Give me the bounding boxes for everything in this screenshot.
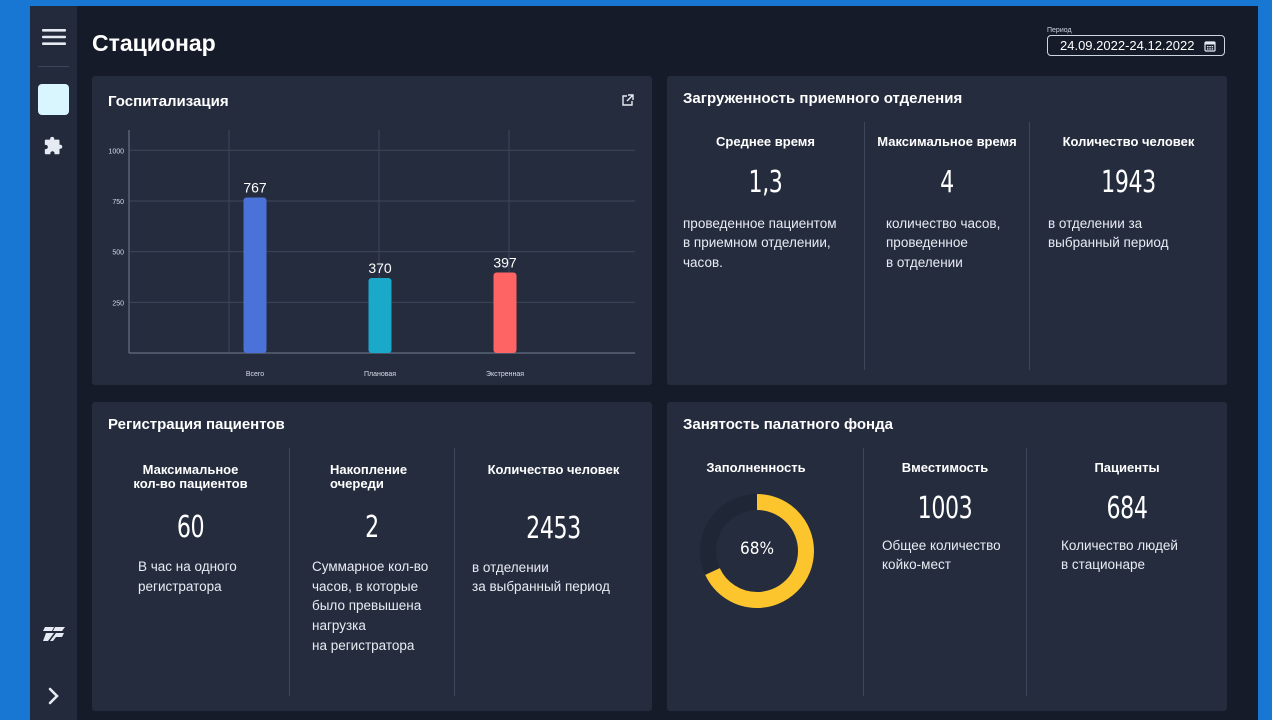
sidebar-divider <box>38 66 69 67</box>
bar-value-label: 370 <box>368 260 392 276</box>
y-tick-label: 500 <box>112 250 124 257</box>
period-field[interactable]: 24.09.2022-24.12.2022 <box>1047 35 1225 56</box>
calendar-icon[interactable] <box>1204 40 1216 52</box>
patients-column: Пациенты 684 Количество людей в стациона… <box>1027 461 1227 575</box>
bar-1 <box>243 197 267 353</box>
category-label: Экстренная <box>486 371 524 378</box>
capacity-value: 1003 <box>917 490 973 526</box>
bar-2 <box>368 277 392 353</box>
y-tick-label: 750 <box>112 199 124 206</box>
main-content: Стационар Период 24.09.2022-24.12.2022 Г… <box>77 6 1258 720</box>
home-tile-icon[interactable] <box>38 84 69 115</box>
people-count-head: Количество человек <box>1062 134 1195 149</box>
category-label: Всего <box>246 371 264 378</box>
period-value: 24.09.2022-24.12.2022 <box>1060 38 1195 53</box>
reception-title: Загруженность приемного отделения <box>683 90 963 107</box>
patients-head: Пациенты <box>1094 460 1160 475</box>
puzzle-icon[interactable] <box>30 134 77 158</box>
max-time-desc: количество часов, проведенное в отделени… <box>886 215 1001 270</box>
ward-title: Занятость палатного фонда <box>683 416 893 433</box>
reg-people-value: 2453 <box>526 510 581 546</box>
bar-value-label: 397 <box>493 255 517 271</box>
reg-people-column: Количество человек 2453 в отделении за в… <box>455 463 652 597</box>
y-tick-label: 250 <box>112 300 124 307</box>
queue-head: Накопление очереди <box>330 462 408 491</box>
patients-desc: Количество людей в стационаре <box>1061 537 1178 573</box>
hospitalization-chart: 250 500 750 1000 767 Всего 370 Плановая 397 Экстр… <box>108 130 635 378</box>
max-patients-column: Максимальное кол-во пациентов 60 В час н… <box>92 463 289 596</box>
queue-desc: Суммарное кол-во часов, в которые было п… <box>312 559 429 653</box>
registration-card: Регистрация пациентов Максимальное кол-в… <box>92 402 652 711</box>
sidebar <box>30 6 77 720</box>
patients-value: 684 <box>1106 490 1148 526</box>
registration-title: Регистрация пациентов <box>108 416 285 433</box>
reg-people-head: Количество человек <box>487 462 620 477</box>
max-time-head: Максимальное время <box>877 134 1017 149</box>
ward-card: Занятость палатного фонда Заполненность … <box>667 402 1227 711</box>
period-label: Период <box>1047 27 1072 34</box>
hospitalization-card: Госпитализация 250 500 750 1000 767 Всего 370 П… <box>92 76 652 385</box>
reg-people-desc: в отделении за выбранный период <box>472 559 610 595</box>
y-tick-label: 1000 <box>108 148 124 155</box>
bar-value-label: 767 <box>243 180 267 196</box>
fill-gauge: 68% <box>695 489 819 613</box>
people-count-desc: в отделении за выбранный период <box>1048 215 1169 251</box>
max-patients-desc: В час на одного регистратора <box>138 559 237 594</box>
category-label: Плановая <box>364 371 396 378</box>
capacity-column: Вместимость 1003 Общее количество койко-… <box>864 461 1026 575</box>
fill-head: Заполненность <box>706 460 806 475</box>
reception-card: Загруженность приемного отделения Средне… <box>667 76 1227 385</box>
bar-3 <box>493 272 517 353</box>
max-patients-head: Максимальное кол-во пациентов <box>133 462 248 491</box>
avg-time-desc: проведенное пациентом в приемном отделен… <box>683 215 837 270</box>
max-patients-value: 60 <box>176 510 205 546</box>
fill-column: Заполненность 68% <box>667 461 845 613</box>
page-title: Стационар <box>92 30 216 56</box>
avg-time-value: 1,3 <box>748 164 783 200</box>
queue-value: 2 <box>365 510 379 546</box>
people-count-value: 1943 <box>1101 164 1156 200</box>
brand-logo-icon <box>30 624 77 644</box>
queue-column: Накопление очереди 2 Суммарное кол-во ча… <box>290 463 454 655</box>
menu-icon[interactable] <box>30 26 77 48</box>
avg-time-column: Среднее время 1,3 проведенное пациентом … <box>667 135 864 272</box>
period-picker[interactable]: Период 24.09.2022-24.12.2022 <box>1047 27 1225 56</box>
capacity-head: Вместимость <box>901 460 989 475</box>
app-window: Стационар Период 24.09.2022-24.12.2022 Г… <box>30 6 1258 720</box>
capacity-desc: Общее количество койко-мест <box>882 537 1001 573</box>
max-time-value: 4 <box>940 164 954 200</box>
chevron-right-icon[interactable] <box>30 686 77 706</box>
fill-percent: 68% <box>740 538 774 559</box>
avg-time-head: Среднее время <box>716 134 815 149</box>
people-count-column: Количество человек 1943 в отделении за в… <box>1030 135 1227 253</box>
max-time-column: Максимальное время 4 количество часов, п… <box>865 135 1029 272</box>
